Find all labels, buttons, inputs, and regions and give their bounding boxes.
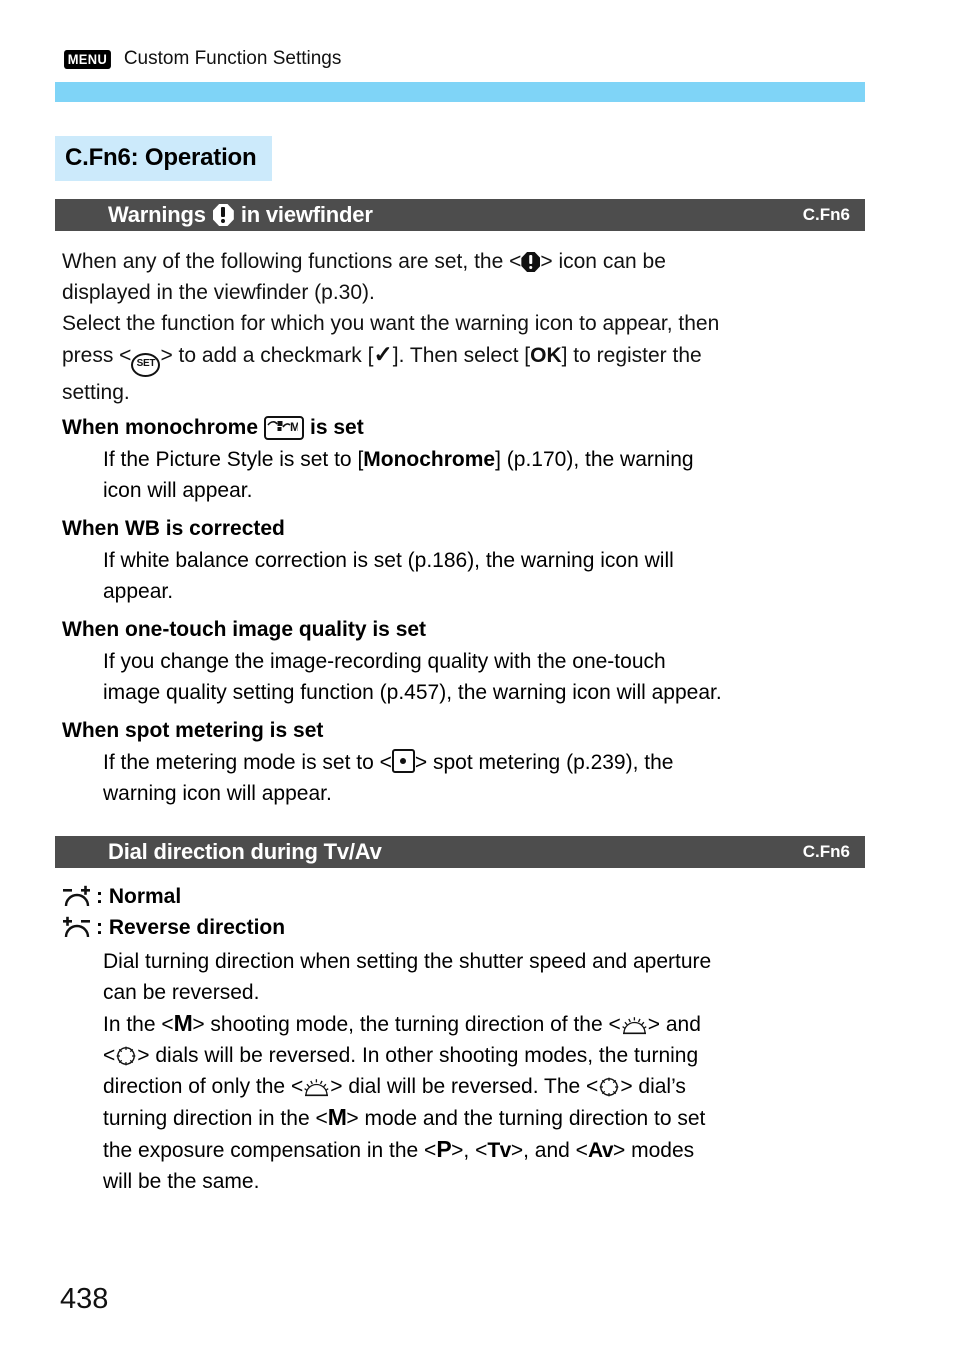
dial-body-line-7-b: >, < [451,1139,488,1162]
item-monochrome-body: If the Picture Style is set to [Monochro… [103,444,694,506]
function-bar-warnings-prefix: Warnings [108,202,206,227]
svg-text:M: M [290,420,298,434]
quick-control-dial-icon [115,1045,137,1067]
item-wb-heading: When WB is corrected [62,517,285,540]
dial-body-line-6-a: turning direction in the < [103,1107,328,1130]
warnings-intro-paragraph: When any of the following functions are … [62,246,892,408]
function-bar-dial-code: C.Fn6 [802,842,850,861]
dial-body-line-5: direction of only the < > dial will be r… [103,1071,903,1102]
item-monochrome-body-a: If the Picture Style is set to [ [103,448,364,471]
intro-line-1-text-a: When any of the following functions are … [62,250,522,273]
dial-body-line-3: In the <M> shooting mode, the turning di… [103,1008,903,1040]
intro-line-1-text-b: > icon can be [540,250,666,273]
item-spot-metering-body: If the metering mode is set to < > spot m… [103,747,673,809]
dial-body-line-7: the exposure compensation in the <P>, <T… [103,1134,903,1166]
dial-option-normal: : Normal [62,884,181,910]
item-wb-body-line-1: If white balance correction is set (p.18… [103,549,674,572]
intro-line-4-text-c: ]. Then select [ [392,344,531,367]
item-one-touch-body-line-2: image quality setting function (p.457), … [103,681,722,704]
item-monochrome-body-line-2: icon will appear. [103,479,253,502]
function-bar-dial-direction: Dial direction during Tv/Av C.Fn6 [55,836,865,868]
item-one-touch-body: If you change the image-recording qualit… [103,646,722,708]
monochrome-picture-style-icon: M [264,416,305,440]
dial-body-line-1: Dial turning direction when setting the … [103,950,712,973]
dial-body-line-7-c: >, and < [510,1139,588,1162]
main-dial-icon [303,1078,330,1098]
function-bar-warnings-suffix: in viewfinder [240,202,373,227]
item-spot-metering-heading: When spot metering is set [62,719,324,742]
mode-tv-label: Tv [487,1139,511,1162]
checkmark-icon: ✓ [373,341,393,367]
set-button-icon: SET [131,353,161,377]
function-bar-warnings-label: Warnings in viewfinder [108,202,373,228]
dial-body-line-4: < > dials will be reversed. In other sho… [103,1040,903,1071]
item-monochrome-body-line-1: If the Picture Style is set to [Monochro… [103,444,694,475]
dial-body-line-7-a: the exposure compensation in the < [103,1139,437,1162]
menu-badge-icon: MENU [64,49,111,69]
item-monochrome-body-b: ] (p.170), the warning [495,448,694,471]
dial-body-line-7-d: > modes [613,1139,695,1162]
dial-body-line-4-a: < [103,1044,116,1067]
monochrome-bold-label: Monochrome [363,448,496,471]
mode-av-label: Av [587,1139,614,1162]
function-bar-warnings: Warnings in viewfinder C.Fn6 [55,199,865,231]
function-bar-dial-label: Dial direction during Tv/Av [108,839,382,864]
main-dial-icon [621,1016,648,1036]
dial-option-reverse: : Reverse direction [62,915,285,941]
dial-body-line-5-b: > dial will be reversed. The < [330,1075,599,1098]
page-number: 438 [60,1283,109,1315]
dial-body-line-5-a: direction of only the < [103,1075,304,1098]
item-one-touch-heading: When one-touch image quality is set [62,618,427,641]
mode-m-label: M [173,1010,193,1036]
intro-line-5: setting. [62,381,130,404]
intro-line-3: Select the function for which you want t… [62,312,720,335]
mode-p-label: P [436,1136,452,1162]
item-spot-body-b: > spot metering (p.239), the [414,751,674,774]
item-spot-metering-body-line-2: warning icon will appear. [103,782,332,805]
dial-body-line-2: can be reversed. [103,981,260,1004]
ok-label: OK [530,344,562,367]
dial-body-line-3-c: > and [647,1013,701,1036]
item-wb-body: If white balance correction is set (p.18… [103,545,674,607]
item-monochrome-heading-a: When monochrome [62,416,259,439]
custom-function-group-title: C.Fn6: Operation [55,136,273,181]
warning-octagon-inline-icon [521,252,541,272]
intro-line-4-text-a: press < [62,344,132,367]
dial-reverse-label: : Reverse direction [96,916,286,939]
item-spot-body-a: If the metering mode is set to < [103,751,392,774]
intro-line-4-text-b: > to add a checkmark [ [160,344,374,367]
intro-line-2: displayed in the viewfinder (p.30). [62,281,375,304]
intro-line-1: When any of the following functions are … [62,246,892,277]
item-monochrome-heading: When monochrome M is set [62,413,364,443]
dial-reverse-icon [62,915,92,941]
dial-normal-label: : Normal [96,885,182,908]
dial-body-line-8: will be the same. [103,1170,260,1193]
dial-body-line-4-b: > dials will be reversed. In other shoot… [137,1044,699,1067]
item-wb-body-line-2: appear. [103,580,174,603]
function-bar-warnings-code: C.Fn6 [802,205,850,224]
dial-body-line-6-b: > mode and the turning direction to set [346,1107,706,1130]
mode-m-label: M [327,1104,347,1130]
item-spot-metering-body-line-1: If the metering mode is set to < > spot m… [103,747,673,778]
dial-normal-icon [62,884,92,910]
dial-body-line-3-b: > shooting mode, the turning direction o… [192,1013,621,1036]
spot-metering-icon [391,749,415,773]
intro-line-4: press < SET > to add a checkmark [✓]. Then… [62,339,892,377]
item-monochrome-heading-b: is set [310,416,364,439]
dial-body-line-3-a: In the < [103,1013,174,1036]
warning-octagon-icon [212,204,234,226]
item-one-touch-body-line-1: If you change the image-recording qualit… [103,650,666,673]
running-head-title: Custom Function Settings [123,48,342,69]
dial-body-line-5-c: > dial’s [620,1075,686,1098]
dial-body-line-6: turning direction in the <M> mode and th… [103,1102,903,1134]
quick-control-dial-icon [598,1076,620,1098]
header-accent-bar [55,82,865,102]
running-head: MENU Custom Function Settings [62,48,341,70]
intro-line-4-text-d: ] to register the [561,344,702,367]
manual-page: MENU Custom Function Settings C.Fn6: Ope… [0,0,954,1345]
dial-direction-body: Dial turning direction when setting the … [103,946,903,1197]
